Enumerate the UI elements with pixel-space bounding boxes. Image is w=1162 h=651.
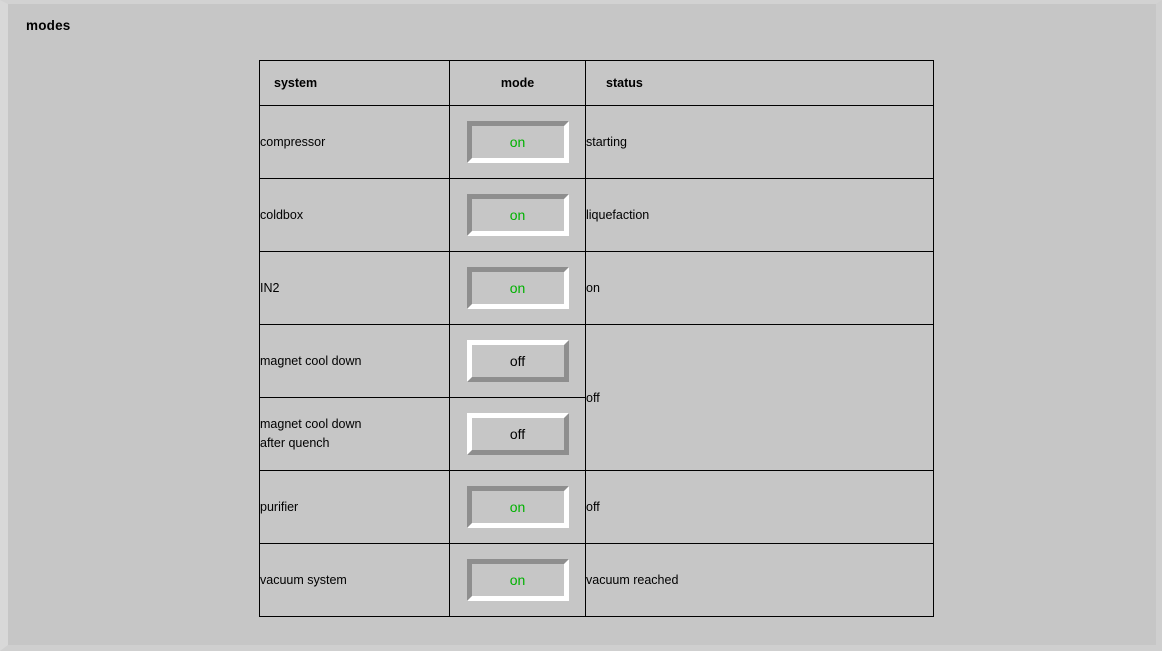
system-cell: compressor [259,105,450,179]
system-cell: magnet cool down [259,324,450,398]
status-cell: off [585,470,934,544]
status-cell: starting [585,105,934,179]
mode-cell: on [449,543,586,617]
mode-toggle-button[interactable]: on [466,194,569,236]
column-header-mode-label: mode [500,76,535,90]
modes-table-container: system mode status compressor on starting c… [259,60,934,617]
system-label: purifier [260,499,299,514]
column-header-system-label: system [274,76,318,90]
table-row: IN2 on on [259,251,934,325]
status-label: liquefaction [586,208,650,222]
mode-cell: off [449,324,586,398]
mode-toggle-button[interactable]: on [466,121,569,163]
system-label: magnet cool down [260,417,362,431]
column-header-status-label: status [606,76,643,90]
mode-toggle-button[interactable]: on [466,486,569,528]
table-body: compressor on starting coldbox on liquefactio… [259,105,934,617]
system-cell: purifier [259,470,450,544]
mode-cell: on [449,105,586,179]
system-cell: coldbox [259,178,450,252]
table-row: coldbox on liquefaction [259,178,934,252]
system-label: magnet cool down [260,353,362,368]
status-cell: on [585,251,934,325]
system-label: IN2 [260,280,280,295]
status-cell: vacuum reached [585,543,934,617]
mode-toggle-button[interactable]: off [466,340,569,382]
system-cell: magnet cool down after quench [259,397,450,471]
status-label: off [586,390,600,405]
system-label: coldbox [260,207,304,222]
system-label: compressor [260,134,326,149]
system-cell: vacuum system [259,543,450,617]
status-label: starting [586,135,627,149]
table-row: compressor on starting [259,105,934,179]
modes-table: system mode status compressor on starting c… [259,60,934,617]
page-title: modes [26,18,71,33]
mode-cell: on [449,178,586,252]
table-row: magnet cool down off off [259,324,934,471]
status-cell: off [585,324,934,471]
column-header-status: status [585,60,934,106]
status-cell: liquefaction [585,178,934,252]
column-header-mode: mode [449,60,586,106]
mode-cell: on [449,470,586,544]
status-label: off [586,500,600,514]
application-window: modes system mode status compressor on s… [0,0,1162,651]
mode-toggle-button[interactable]: on [466,559,569,601]
table-row: vacuum system on vacuum reached [259,543,934,617]
column-header-system: system [259,60,450,106]
mode-toggle-button[interactable]: on [466,267,569,309]
table-row: purifier on off [259,470,934,544]
status-label: vacuum reached [586,573,679,587]
mode-cell: on [449,251,586,325]
system-cell: IN2 [259,251,450,325]
table-header-row: system mode status [259,60,934,106]
mode-cell: off [449,397,586,471]
status-label: on [586,281,600,295]
system-label-line2: after quench [260,436,330,450]
mode-toggle-button[interactable]: off [466,413,569,455]
system-label: vacuum system [260,572,347,587]
